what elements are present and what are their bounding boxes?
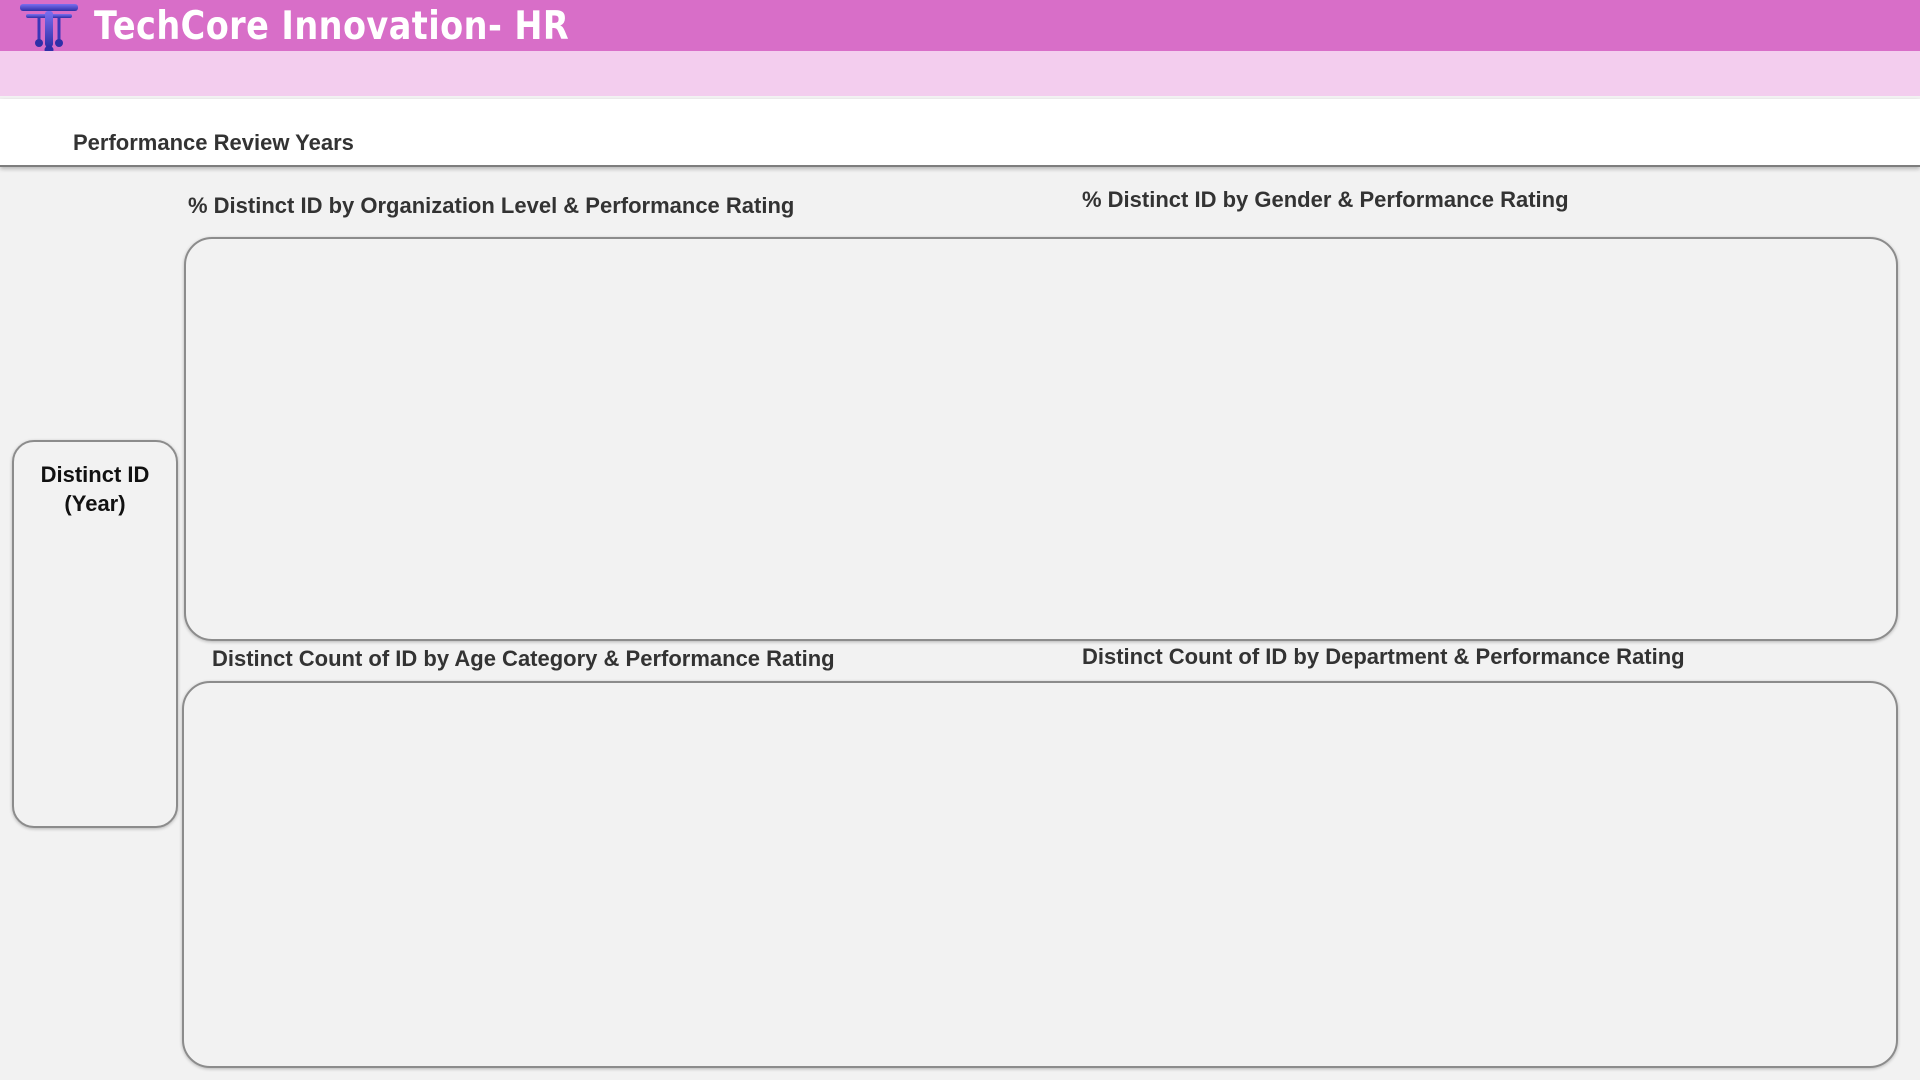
app-title: TechCore Innovation- HR bbox=[94, 4, 570, 49]
org-level-chart-title: % Distinct ID by Organization Level & Pe… bbox=[188, 193, 795, 218]
department-chart-title: Distinct Count of ID by Department & Per… bbox=[1082, 644, 1685, 669]
subheader-band bbox=[0, 51, 1920, 96]
top-chart-card[interactable] bbox=[184, 237, 1898, 641]
kpi-label: Distinct ID (Year) bbox=[14, 460, 176, 518]
distinct-id-kpi-card[interactable]: Distinct ID (Year) bbox=[12, 440, 178, 828]
kpi-label-line2: (Year) bbox=[64, 491, 126, 516]
t-circuit-logo-icon bbox=[20, 4, 78, 55]
age-chart-title: Distinct Count of ID by Age Category & P… bbox=[212, 646, 835, 671]
gender-chart-title: % Distinct ID by Gender & Performance Ra… bbox=[1082, 187, 1569, 212]
bottom-chart-card[interactable] bbox=[182, 681, 1898, 1068]
performance-review-years-slicer[interactable]: Performance Review Years bbox=[73, 130, 354, 156]
kpi-label-line1: Distinct ID bbox=[40, 462, 150, 487]
